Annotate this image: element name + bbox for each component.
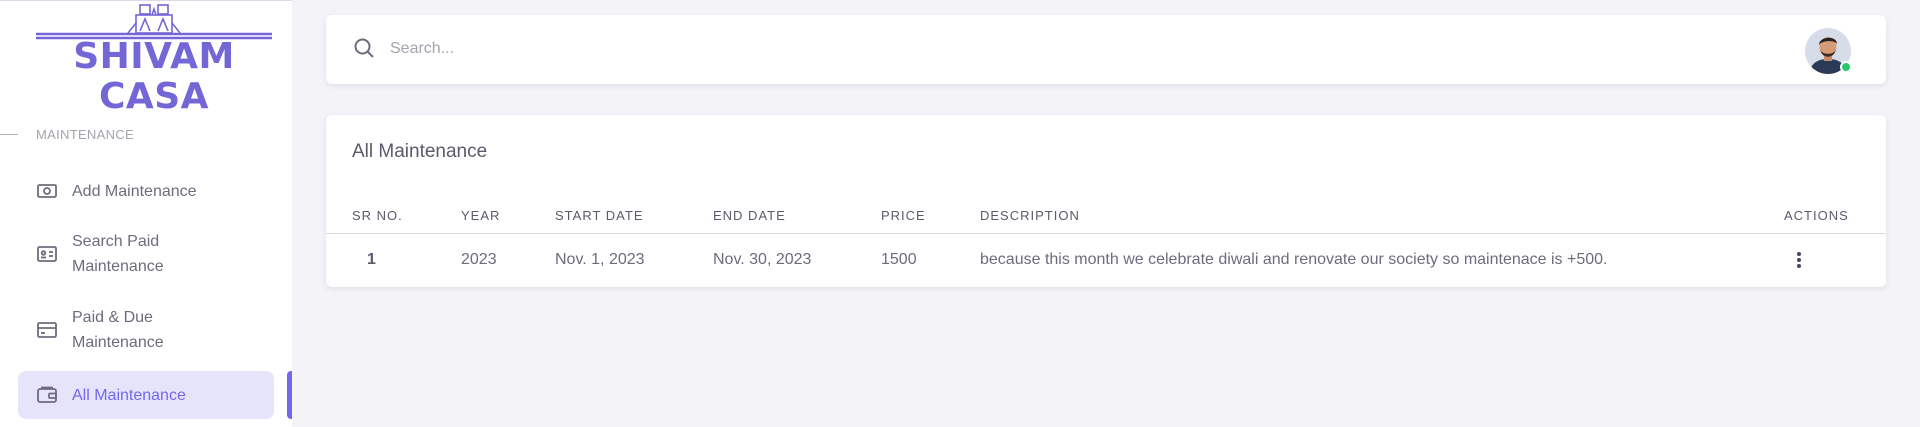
section-label: MAINTENANCE (36, 127, 134, 142)
sidebar-item-search-paid-maintenance[interactable]: Search Paid Maintenance (18, 225, 274, 283)
sidebar: SHIVAM CASA MAINTENANCE Add Maintenance … (0, 0, 292, 427)
wallet-icon (36, 384, 58, 406)
sidebar-item-label: All Maintenance (72, 387, 186, 404)
cell-start-date: Nov. 1, 2023 (555, 251, 645, 268)
top-navbar (326, 15, 1886, 84)
page-title: All Maintenance (352, 141, 488, 162)
all-maintenance-card: All Maintenance SR NO. YEAR START DATE E… (326, 115, 1886, 287)
section-divider (0, 134, 18, 135)
table-header: SR NO. YEAR START DATE END DATE PRICE DE… (326, 198, 1886, 234)
column-header-price: PRICE (881, 208, 926, 223)
active-indicator (287, 371, 292, 419)
cell-year: 2023 (461, 251, 497, 268)
brand-logo[interactable]: SHIVAM CASA (36, 1, 272, 117)
menu-section-header: MAINTENANCE (0, 123, 292, 147)
id-card-icon (36, 243, 58, 265)
credit-card-icon (36, 319, 58, 341)
sidebar-item-all-maintenance[interactable]: All Maintenance (18, 371, 274, 419)
building-logo-icon (36, 4, 272, 40)
cell-sr-no: 1 (367, 251, 376, 268)
column-header-start-date: START DATE (555, 208, 644, 223)
brand-name: SHIVAM CASA (73, 36, 235, 117)
column-header-end-date: END DATE (713, 208, 786, 223)
column-header-sr-no: SR NO. (352, 208, 403, 223)
table-row: 1 2023 Nov. 1, 2023 Nov. 30, 2023 1500 b… (326, 235, 1886, 287)
online-status-indicator (1840, 61, 1852, 73)
column-header-description: DESCRIPTION (980, 208, 1080, 223)
column-header-year: YEAR (461, 208, 501, 223)
search-icon[interactable] (352, 36, 376, 65)
cash-icon (36, 180, 58, 202)
search-input[interactable] (390, 35, 990, 63)
cell-end-date: Nov. 30, 2023 (713, 251, 812, 268)
column-header-actions: ACTIONS (1784, 208, 1849, 223)
sidebar-item-label: Search Paid Maintenance (72, 233, 164, 275)
avatar[interactable] (1805, 28, 1852, 74)
sidebar-item-add-maintenance[interactable]: Add Maintenance (18, 173, 274, 209)
more-vertical-icon[interactable] (1789, 250, 1809, 272)
cell-description: because this month we celebrate diwali a… (980, 251, 1608, 268)
cell-price: 1500 (881, 251, 917, 268)
sidebar-item-label: Add Maintenance (72, 183, 197, 200)
sidebar-item-paid-due-maintenance[interactable]: Paid & Due Maintenance (18, 301, 274, 359)
sidebar-item-label: Paid & Due Maintenance (72, 309, 164, 351)
